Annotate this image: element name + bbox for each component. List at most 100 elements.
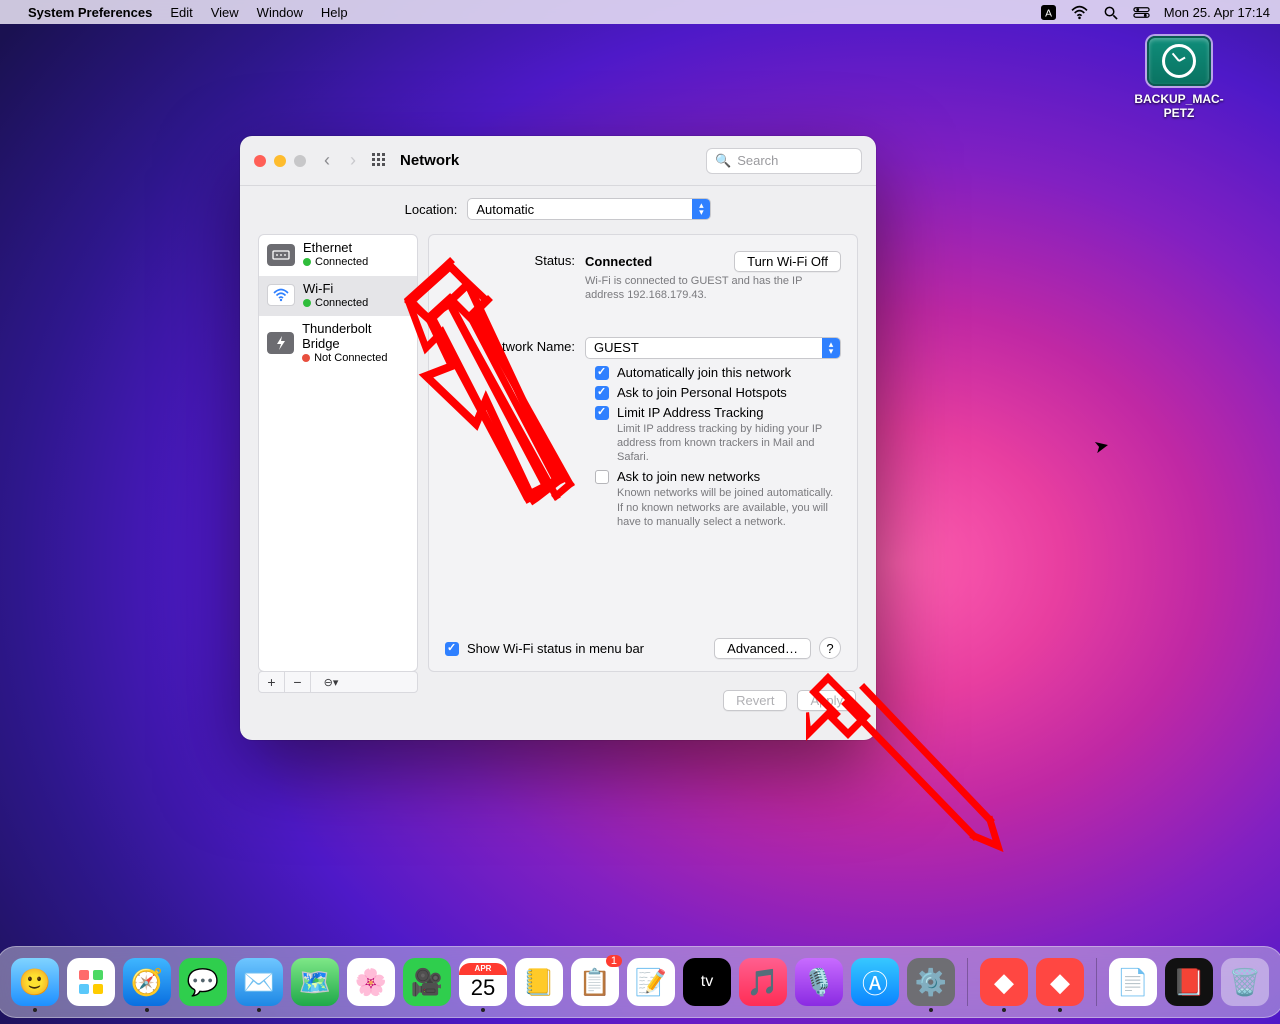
sidebar-footer: + − ⊖▾ <box>258 671 418 693</box>
limit-ip-label: Limit IP Address Tracking <box>617 405 841 420</box>
dock-document[interactable]: 📕 <box>1165 958 1213 1006</box>
network-name-value: GUEST <box>594 340 639 355</box>
dock-maps[interactable]: 🗺️ <box>291 958 339 1006</box>
sidebar-item-thunderbolt[interactable]: Thunderbolt Bridge Not Connected <box>259 316 417 372</box>
location-label: Location: <box>405 202 458 217</box>
help-button[interactable]: ? <box>819 637 841 659</box>
auto-join-checkbox[interactable] <box>595 366 609 380</box>
dock-facetime[interactable]: 🎥 <box>403 958 451 1006</box>
ask-new-label: Ask to join new networks <box>617 469 841 484</box>
sidebar-label: Ethernet <box>303 241 368 256</box>
revert-button: Revert <box>723 690 787 711</box>
reminders-badge: 1 <box>606 955 622 967</box>
menu-window[interactable]: Window <box>257 5 303 20</box>
dock-podcasts[interactable]: 🎙️ <box>795 958 843 1006</box>
dock-mail[interactable]: ✉️ <box>235 958 283 1006</box>
back-button[interactable]: ‹ <box>324 150 330 171</box>
dock-finder[interactable]: 🙂 <box>11 958 59 1006</box>
select-stepper-icon <box>692 199 710 219</box>
control-center-icon[interactable] <box>1133 5 1150 20</box>
dock-separator <box>967 958 968 1006</box>
spotlight-icon[interactable] <box>1102 5 1119 20</box>
advanced-button[interactable]: Advanced… <box>714 638 811 659</box>
menubar: System Preferences Edit View Window Help… <box>0 0 1280 24</box>
ask-hotspot-label: Ask to join Personal Hotspots <box>617 385 787 400</box>
thunderbolt-icon <box>267 332 294 354</box>
sidebar-status: Not Connected <box>302 352 409 365</box>
dock-textedit[interactable]: 📄 <box>1109 958 1157 1006</box>
network-name-label: Network Name: <box>445 337 585 354</box>
status-value: Connected <box>585 254 652 269</box>
dock: 🙂 🧭 💬 ✉️ 🗺️ 🌸 🎥 APR 25 📒 📋1 📝 tv 🎵 🎙️ Ⓐ … <box>0 946 1280 1018</box>
dock-notes[interactable]: 📝 <box>627 958 675 1006</box>
dock-separator <box>1096 958 1097 1006</box>
status-hint: Wi-Fi is connected to GUEST and has the … <box>585 274 825 303</box>
svg-text:A: A <box>1045 8 1052 19</box>
dock-music[interactable]: 🎵 <box>739 958 787 1006</box>
ethernet-icon <box>267 244 295 266</box>
dock-photos[interactable]: 🌸 <box>347 958 395 1006</box>
wifi-icon <box>267 284 295 306</box>
apply-button: Apply <box>797 690 856 711</box>
sidebar-status: Connected <box>303 256 368 269</box>
turn-wifi-off-button[interactable]: Turn Wi-Fi Off <box>734 251 841 272</box>
sidebar-item-wifi[interactable]: Wi-Fi Connected <box>259 276 417 317</box>
location-select[interactable]: Automatic <box>467 198 711 220</box>
sidebar-item-ethernet[interactable]: Ethernet Connected <box>259 235 417 276</box>
search-placeholder: Search <box>737 153 778 168</box>
input-source-icon[interactable]: A <box>1040 5 1057 20</box>
calendar-day: 25 <box>471 975 495 1001</box>
show-status-label: Show Wi-Fi status in menu bar <box>467 641 644 656</box>
desktop-disk-backup[interactable]: BACKUP_MAC-PETZ <box>1134 36 1224 121</box>
dock-contacts[interactable]: 📒 <box>515 958 563 1006</box>
dock-anydesk-2[interactable]: ◆ <box>1036 958 1084 1006</box>
clock[interactable]: Mon 25. Apr 17:14 <box>1164 5 1270 20</box>
zoom-button[interactable] <box>294 155 306 167</box>
show-status-checkbox[interactable] <box>445 642 459 656</box>
system-preferences-window: ‹ › Network 🔍 Search Location: Automatic… <box>240 136 876 740</box>
network-services-sidebar: Ethernet Connected Wi-Fi Connected Thund… <box>258 234 418 672</box>
dock-anydesk[interactable]: ◆ <box>980 958 1028 1006</box>
dock-messages[interactable]: 💬 <box>179 958 227 1006</box>
limit-ip-checkbox[interactable] <box>595 406 609 420</box>
limit-ip-hint: Limit IP address tracking by hiding your… <box>617 422 841 465</box>
search-icon: 🔍 <box>715 153 731 169</box>
ask-new-hint: Known networks will be joined automatica… <box>617 486 841 529</box>
add-service-button[interactable]: + <box>259 672 285 692</box>
time-machine-disk-icon <box>1147 36 1211 86</box>
close-button[interactable] <box>254 155 266 167</box>
dock-launchpad[interactable] <box>67 958 115 1006</box>
window-title: Network <box>400 152 459 169</box>
sidebar-label: Wi-Fi <box>303 282 368 297</box>
menu-edit[interactable]: Edit <box>170 5 192 20</box>
wifi-panel: Status: Connected Turn Wi-Fi Off Wi-Fi i… <box>428 234 858 672</box>
dock-trash[interactable]: 🗑️ <box>1221 958 1269 1006</box>
menu-help[interactable]: Help <box>321 5 348 20</box>
ask-new-checkbox[interactable] <box>595 470 609 484</box>
menu-view[interactable]: View <box>211 5 239 20</box>
titlebar: ‹ › Network 🔍 Search <box>240 136 876 186</box>
sidebar-label: Thunderbolt Bridge <box>302 322 409 352</box>
dock-appstore[interactable]: Ⓐ <box>851 958 899 1006</box>
network-name-select[interactable]: GUEST <box>585 337 841 359</box>
calendar-month: APR <box>459 963 507 974</box>
ask-hotspot-checkbox[interactable] <box>595 386 609 400</box>
dock-system-preferences[interactable]: ⚙️ <box>907 958 955 1006</box>
service-actions-menu[interactable]: ⊖▾ <box>311 672 351 692</box>
remove-service-button[interactable]: − <box>285 672 311 692</box>
auto-join-label: Automatically join this network <box>617 365 791 380</box>
minimize-button[interactable] <box>274 155 286 167</box>
dock-calendar[interactable]: APR 25 <box>459 958 507 1006</box>
dock-tv[interactable]: tv <box>683 958 731 1006</box>
status-label: Status: <box>445 251 585 268</box>
dock-reminders[interactable]: 📋1 <box>571 958 619 1006</box>
show-all-button[interactable] <box>372 153 388 169</box>
select-stepper-icon <box>822 338 840 358</box>
wifi-status-icon[interactable] <box>1071 5 1088 20</box>
dock-safari[interactable]: 🧭 <box>123 958 171 1006</box>
sidebar-status: Connected <box>303 297 368 310</box>
forward-button: › <box>350 150 356 171</box>
location-value: Automatic <box>476 202 534 217</box>
search-field[interactable]: 🔍 Search <box>706 148 862 174</box>
app-menu[interactable]: System Preferences <box>28 5 152 20</box>
